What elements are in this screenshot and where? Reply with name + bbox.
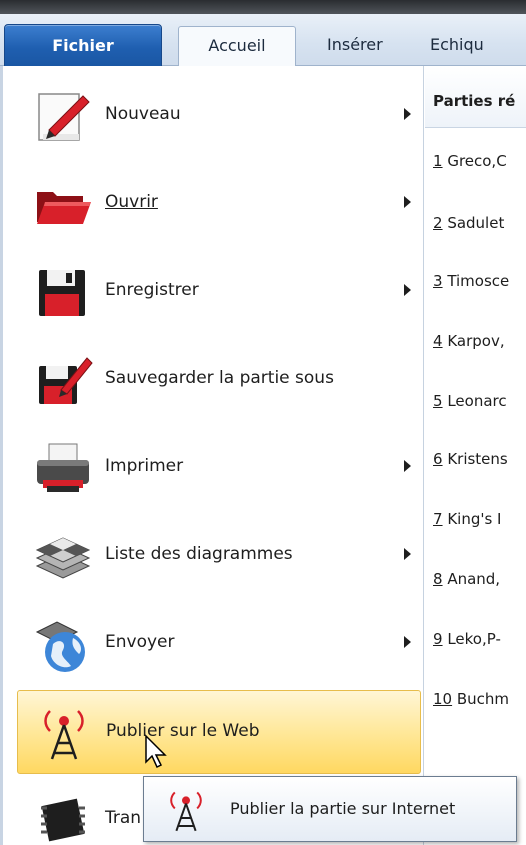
submenu-arrow-icon xyxy=(404,196,411,208)
ribbon-tab-bar: Fichier Accueil Insérer Echiqu xyxy=(0,14,526,68)
menu-item-ouvrir[interactable]: Ouvrir xyxy=(17,162,421,246)
menu-item-label: Enregistrer xyxy=(105,280,199,300)
chip-icon xyxy=(33,790,93,845)
broadcast-antenna-icon xyxy=(162,783,210,837)
menu-item-sauvegarder-sous[interactable]: Sauvegarder la partie sous xyxy=(17,338,421,422)
submenu-arrow-icon xyxy=(404,284,411,296)
list-item[interactable]: 3 Timosce xyxy=(433,272,526,290)
menu-item-label: Sauvegarder la partie sous xyxy=(105,368,334,388)
globe-board-icon xyxy=(33,614,93,674)
submenu-arrow-icon xyxy=(404,108,411,120)
file-menu: Nouveau Ouvrir Enregistrer Sauvegarder l… xyxy=(0,66,424,845)
printer-icon xyxy=(33,438,93,498)
list-item[interactable]: 5 Leonarc xyxy=(433,392,526,410)
tab-accueil[interactable]: Accueil xyxy=(178,26,296,67)
list-item[interactable]: 2 Sadulet xyxy=(433,214,526,232)
menu-item-label: Ouvrir xyxy=(105,192,158,212)
menu-item-label: Tran xyxy=(105,808,142,828)
open-folder-icon xyxy=(33,174,93,234)
tab-echiquier[interactable]: Echiqu xyxy=(430,26,484,66)
menu-item-label: Imprimer xyxy=(105,456,184,476)
submenu-arrow-icon xyxy=(404,636,411,648)
list-item[interactable]: 10 Buchm xyxy=(433,690,526,708)
menu-item-label: Liste des diagrammes xyxy=(105,544,293,564)
mouse-pointer-icon xyxy=(144,734,174,770)
new-document-icon xyxy=(33,86,93,146)
menu-item-imprimer[interactable]: Imprimer xyxy=(17,426,421,510)
menu-item-liste-diagrammes[interactable]: Liste des diagrammes xyxy=(17,514,421,598)
tab-inserer[interactable]: Insérer xyxy=(327,26,383,66)
menu-item-enregistrer[interactable]: Enregistrer xyxy=(17,250,421,334)
menu-item-label: Publier sur le Web xyxy=(106,721,260,741)
tab-fichier[interactable]: Fichier xyxy=(4,24,162,68)
menu-item-label: Envoyer xyxy=(105,632,175,652)
menu-item-publier-web[interactable]: Publier sur le Web xyxy=(17,690,421,774)
save-as-icon xyxy=(33,350,93,410)
submenu-arrow-icon xyxy=(404,548,411,560)
pane-title: Parties ré xyxy=(425,66,526,128)
broadcast-antenna-icon xyxy=(34,703,94,763)
recent-games-pane: Parties ré 1 Greco,C 2 Sadulet 3 Timosce… xyxy=(425,66,526,845)
menu-item-envoyer[interactable]: Envoyer xyxy=(17,602,421,686)
menu-item-nouveau[interactable]: Nouveau xyxy=(17,74,421,158)
window-top-edge xyxy=(0,0,526,14)
chessboard-stack-icon xyxy=(33,526,93,586)
list-item[interactable]: 7 King's I xyxy=(433,510,526,528)
menu-item-label: Nouveau xyxy=(105,104,181,124)
save-disk-icon xyxy=(33,262,93,322)
list-item[interactable]: 9 Leko,P- xyxy=(433,630,526,648)
tooltip: Publier la partie sur Internet xyxy=(143,776,517,842)
tooltip-text: Publier la partie sur Internet xyxy=(230,799,456,818)
list-item[interactable]: 6 Kristens xyxy=(433,450,526,468)
list-item[interactable]: 1 Greco,C xyxy=(433,152,526,170)
list-item[interactable]: 4 Karpov, xyxy=(433,332,526,350)
submenu-arrow-icon xyxy=(404,460,411,472)
list-item[interactable]: 8 Anand, xyxy=(433,570,526,588)
